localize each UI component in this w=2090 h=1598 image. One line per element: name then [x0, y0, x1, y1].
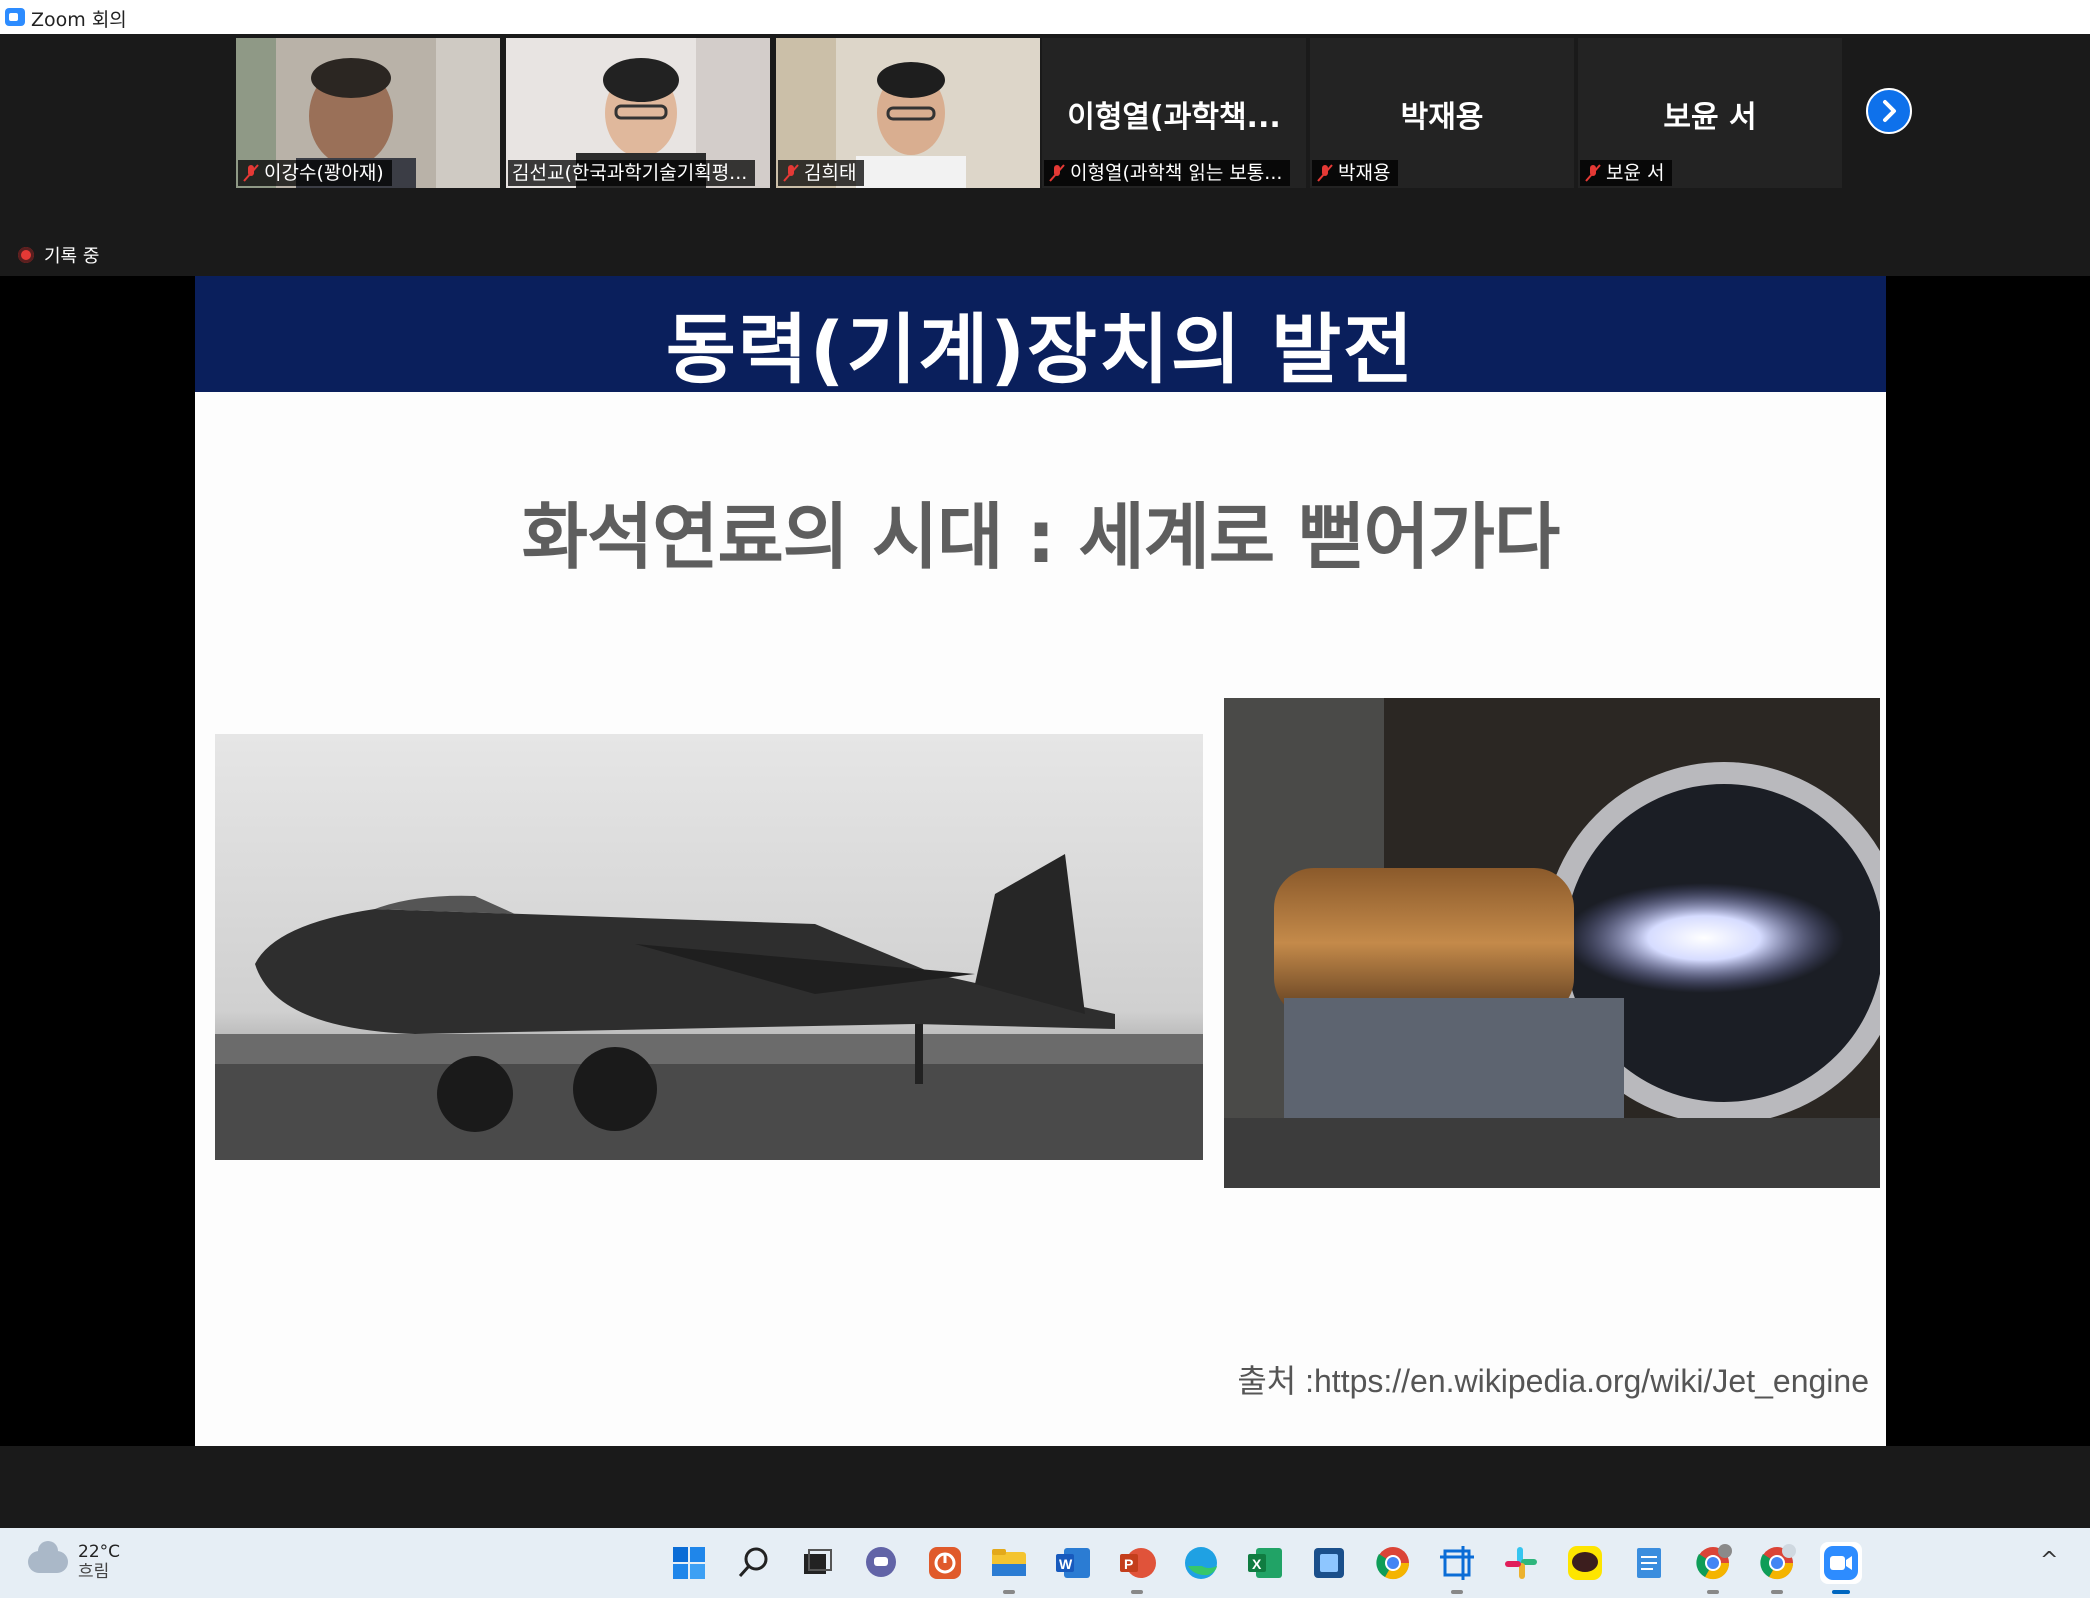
participant-tile[interactable]: 보윤 서 보윤 서 [1578, 38, 1842, 188]
muted-mic-icon [1584, 163, 1602, 183]
meeting-controls-band [0, 1446, 2090, 1528]
notepad-icon[interactable] [1628, 1542, 1670, 1584]
title-bar: Zoom 회의 [0, 0, 2090, 34]
zoom-icon[interactable] [1820, 1542, 1862, 1594]
participant-label: 박재용 [1312, 160, 1399, 186]
windows-taskbar: 22°C 흐림 W P X ^ [0, 1528, 2090, 1598]
participant-label: 김선교(한국과학기술기획평... [508, 160, 756, 186]
word-icon[interactable]: W [1052, 1542, 1094, 1584]
participant-name: 김선교(한국과학기술기획평... [512, 162, 748, 184]
slide-subtitle: 화석연료의 시대 : 세계로 뻗어가다 [521, 495, 1560, 579]
participant-name: 이형열(과학책 읽는 보통... [1070, 162, 1283, 184]
file-explorer-icon[interactable] [988, 1542, 1030, 1594]
participant-strip: 이강수(꽝아재) 김선교(한국과학기술기획평... 김희태 이형열(과학책...… [0, 34, 2090, 276]
weather-temperature: 22°C [78, 1542, 121, 1562]
svg-text:W: W [1059, 1556, 1073, 1572]
recording-indicator[interactable]: 기록 중 [18, 242, 99, 268]
participant-tile[interactable]: 박재용 박재용 [1310, 38, 1574, 188]
powerpoint-icon[interactable]: P [1116, 1542, 1158, 1594]
muted-mic-icon [242, 163, 260, 183]
search-icon[interactable] [732, 1542, 774, 1584]
slide-source-citation: 출처 :https://en.wikipedia.org/wiki/Jet_en… [1237, 1363, 1869, 1399]
zoom-app-icon [5, 8, 25, 26]
muted-mic-icon [1048, 163, 1066, 183]
jet-engine-test-photo [1224, 698, 1880, 1188]
window-title: Zoom 회의 [31, 9, 127, 31]
participant-name: 김희태 [804, 162, 857, 184]
slide-header: 동력(기계)장치의 발전 [195, 276, 1886, 394]
snip-tool-icon[interactable] [1436, 1542, 1478, 1594]
excel-icon[interactable]: X [1244, 1542, 1286, 1584]
tray-chevron-up-icon[interactable]: ^ [2040, 1548, 2058, 1573]
cloud-weather-icon [28, 1541, 68, 1573]
participant-name: 박재용 [1338, 162, 1391, 184]
participant-display-name: 박재용 [1400, 100, 1484, 135]
chrome-icon[interactable] [1372, 1542, 1414, 1584]
participant-name: 이강수(꽝아재) [264, 162, 384, 184]
muted-mic-icon [782, 163, 800, 183]
participant-tile[interactable]: 김희태 [776, 38, 1040, 188]
start-icon[interactable] [668, 1542, 710, 1584]
participant-tile[interactable]: 이형열(과학책... 이형열(과학책 읽는 보통... [1042, 38, 1306, 188]
svg-text:P: P [1124, 1556, 1133, 1572]
slide-title: 동력(기계)장치의 발전 [665, 305, 1416, 394]
taskbar-apps: W P X [668, 1542, 1862, 1594]
task-view-icon[interactable] [796, 1542, 838, 1584]
participant-name: 보윤 서 [1606, 162, 1665, 184]
participant-label: 이형열(과학책 읽는 보통... [1044, 160, 1291, 186]
teams-chat-icon[interactable] [860, 1542, 902, 1584]
participant-label: 보윤 서 [1580, 160, 1673, 186]
hangul-icon[interactable] [1308, 1542, 1350, 1584]
edge-icon[interactable] [1180, 1542, 1222, 1584]
participant-tile-active-speaker[interactable]: 김선교(한국과학기술기획평... [506, 38, 770, 188]
power-app-icon[interactable] [924, 1542, 966, 1584]
participant-display-name: 이형열(과학책... [1067, 100, 1281, 135]
recording-dot-icon [18, 247, 34, 263]
weather-widget[interactable]: 22°C 흐림 [28, 1541, 121, 1582]
participant-display-name: 보윤 서 [1663, 100, 1757, 135]
recording-label: 기록 중 [44, 246, 100, 267]
participant-label: 이강수(꽝아재) [238, 160, 392, 186]
participant-label: 김희태 [778, 160, 865, 186]
svg-text:X: X [1252, 1556, 1262, 1572]
muted-mic-icon [1316, 163, 1334, 183]
jet-aircraft-photo [215, 734, 1203, 1160]
participant-tile[interactable]: 이강수(꽝아재) [236, 38, 500, 188]
chevron-right-icon [1883, 100, 1896, 122]
weather-condition: 흐림 [78, 1562, 110, 1582]
chrome-profile-icon[interactable] [1692, 1542, 1734, 1594]
presentation-slide: 동력(기계)장치의 발전 화석연료의 시대 : 세계로 뻗어가다 출처:htt… [195, 276, 1886, 1446]
chrome-profile-2-icon[interactable] [1756, 1542, 1798, 1594]
slack-icon[interactable] [1500, 1542, 1542, 1584]
next-page-button[interactable] [1866, 88, 1912, 134]
kakaotalk-icon[interactable] [1564, 1542, 1606, 1584]
